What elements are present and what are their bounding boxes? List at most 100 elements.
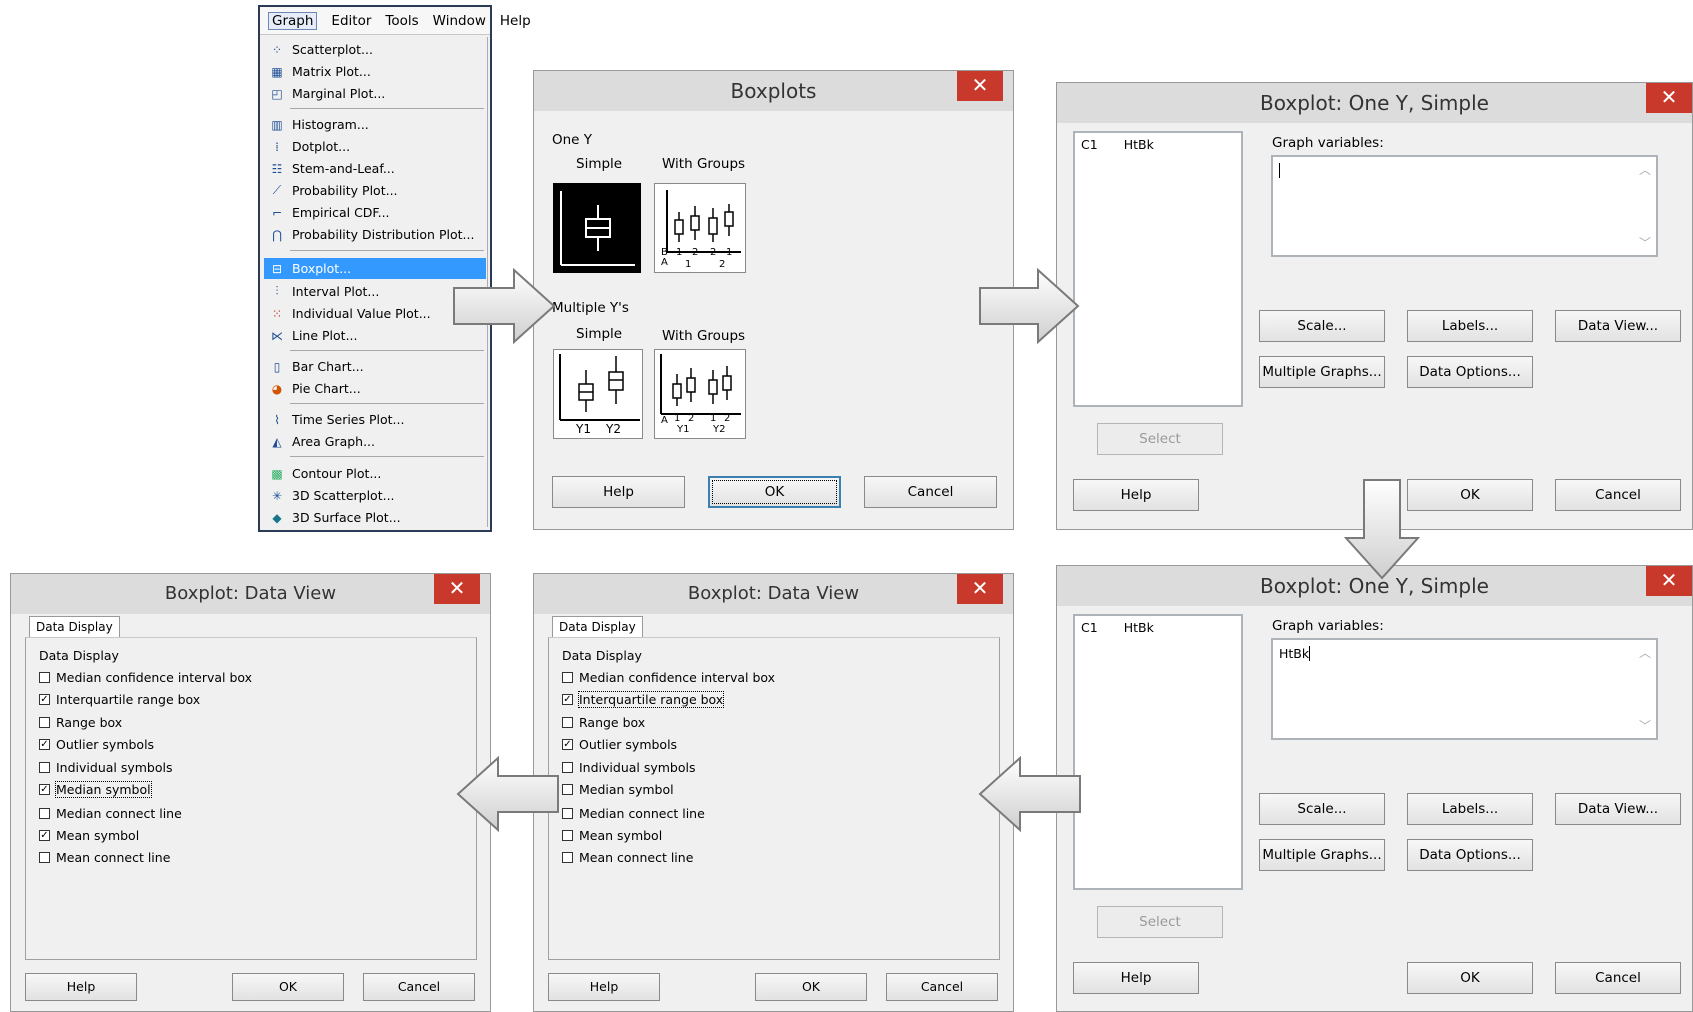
graph-variables-field[interactable]: ︿ ﹀	[1271, 155, 1658, 257]
ok-button[interactable]: OK	[232, 973, 344, 1001]
scale-button[interactable]: Scale...	[1259, 793, 1385, 825]
cancel-button[interactable]: Cancel	[886, 973, 998, 1001]
checkbox[interactable]: ✓	[562, 738, 573, 750]
checkbox-median-connect-line[interactable]: Median connect line	[39, 804, 182, 822]
menu-item-3d-surface-plot[interactable]: ◆ 3D Surface Plot...	[264, 507, 486, 528]
checkbox[interactable]	[39, 807, 50, 819]
checkbox-range-box[interactable]: Range box	[562, 713, 645, 731]
select-button[interactable]: Select	[1097, 906, 1223, 938]
checkbox[interactable]	[562, 761, 573, 773]
help-button[interactable]: Help	[552, 476, 685, 508]
gallery-one-y-with-groups[interactable]: B A 1 2 1 2 1 2	[654, 183, 746, 273]
menu-item-3d-scatterplot[interactable]: ✳ 3D Scatterplot...	[264, 485, 486, 506]
scale-button[interactable]: Scale...	[1259, 310, 1385, 342]
gallery-one-y-simple[interactable]	[553, 183, 641, 273]
menu-item-empirical-cdf[interactable]: ⌐ Empirical CDF...	[264, 202, 486, 223]
menu-item-pie-chart[interactable]: ◕ Pie Chart...	[264, 378, 486, 399]
checkbox[interactable]: ✓	[39, 693, 50, 705]
select-button[interactable]: Select	[1097, 423, 1223, 455]
menu-item-scatterplot[interactable]: ⁘ Scatterplot...	[264, 39, 486, 60]
checkbox[interactable]: ✓	[39, 829, 50, 841]
close-button[interactable]: ✕	[434, 574, 480, 604]
help-button[interactable]: Help	[25, 973, 137, 1001]
labels-button[interactable]: Labels...	[1407, 793, 1533, 825]
menu-item-histogram[interactable]: ▥ Histogram...	[264, 114, 486, 135]
list-item[interactable]: C1 HtBk	[1081, 620, 1154, 635]
data-view-button[interactable]: Data View...	[1555, 793, 1681, 825]
ok-button[interactable]: OK	[708, 476, 841, 508]
checkbox-mean-symbol[interactable]: ✓ Mean symbol	[39, 826, 139, 844]
menu-item-matrix-plot[interactable]: ▦ Matrix Plot...	[264, 61, 486, 82]
checkbox-outlier-symbols[interactable]: ✓ Outlier symbols	[562, 735, 677, 753]
menubar-window[interactable]: Window	[433, 13, 486, 29]
menu-item-probability-distribution-plot[interactable]: ⋂ Probability Distribution Plot...	[264, 224, 486, 245]
checkbox-individual-symbols[interactable]: Individual symbols	[562, 758, 696, 776]
checkbox[interactable]	[39, 671, 50, 683]
cancel-button[interactable]: Cancel	[1555, 962, 1681, 994]
menu-item-probability-plot[interactable]: ⟋ Probability Plot...	[264, 180, 486, 201]
variables-list[interactable]: C1 HtBk	[1073, 131, 1243, 407]
gallery-multiple-y-with-groups[interactable]: A 1 2 1 2 Y1 Y2	[654, 349, 746, 439]
checkbox-outlier-symbols[interactable]: ✓ Outlier symbols	[39, 735, 154, 753]
checkbox-interquartile-range-box[interactable]: ✓ Interquartile range box	[39, 690, 200, 708]
checkbox[interactable]: ✓	[562, 693, 573, 705]
scrollbar[interactable]: ︿ ﹀	[1638, 644, 1652, 734]
multiple-graphs-button[interactable]: Multiple Graphs...	[1259, 839, 1385, 871]
help-button[interactable]: Help	[1073, 479, 1199, 511]
multiple-graphs-button[interactable]: Multiple Graphs...	[1259, 356, 1385, 388]
list-item[interactable]: C1 HtBk	[1081, 137, 1154, 152]
data-options-button[interactable]: Data Options...	[1407, 356, 1533, 388]
ok-button[interactable]: OK	[1407, 962, 1533, 994]
checkbox-range-box[interactable]: Range box	[39, 713, 122, 731]
close-button[interactable]: ✕	[957, 574, 1003, 604]
gallery-multiple-y-simple[interactable]: Y1 Y2	[553, 349, 643, 439]
checkbox[interactable]	[562, 783, 573, 795]
menu-item-contour-plot[interactable]: ▩ Contour Plot...	[264, 463, 486, 484]
checkbox-median-connect-line[interactable]: Median connect line	[562, 804, 705, 822]
cancel-button[interactable]: Cancel	[1555, 479, 1681, 511]
help-button[interactable]: Help	[548, 973, 660, 1001]
checkbox-mean-symbol[interactable]: Mean symbol	[562, 826, 662, 844]
cancel-button[interactable]: Cancel	[864, 476, 997, 508]
checkbox-median-ci-box[interactable]: Median confidence interval box	[562, 668, 775, 686]
menu-item-stem-and-leaf[interactable]: ☷ Stem-and-Leaf...	[264, 158, 486, 179]
checkbox-interquartile-range-box[interactable]: ✓ Interquartile range box	[562, 690, 725, 708]
ok-button[interactable]: OK	[1407, 479, 1533, 511]
variables-list[interactable]: C1 HtBk	[1073, 614, 1243, 890]
chevron-up-icon[interactable]: ︿	[1638, 644, 1652, 661]
labels-button[interactable]: Labels...	[1407, 310, 1533, 342]
tab-data-display[interactable]: Data Display	[29, 616, 120, 638]
close-button[interactable]: ✕	[1646, 83, 1692, 113]
chevron-down-icon[interactable]: ﹀	[1638, 234, 1652, 251]
checkbox[interactable]	[39, 716, 50, 728]
menubar-tools[interactable]: Tools	[385, 13, 418, 29]
menu-item-marginal-plot[interactable]: ◰ Marginal Plot...	[264, 83, 486, 104]
menubar-graph[interactable]: Graph	[268, 11, 318, 30]
checkbox[interactable]: ✓	[39, 738, 50, 750]
menu-item-area-graph[interactable]: ◭ Area Graph...	[264, 431, 486, 452]
graph-variables-field[interactable]: HtBk ︿ ﹀	[1271, 638, 1658, 740]
menubar-help[interactable]: Help	[500, 13, 531, 29]
menu-item-dotplot[interactable]: ⁞ Dotplot...	[264, 136, 486, 157]
checkbox[interactable]	[562, 671, 573, 683]
checkbox[interactable]	[562, 851, 573, 863]
data-options-button[interactable]: Data Options...	[1407, 839, 1533, 871]
checkbox-mean-connect-line[interactable]: Mean connect line	[562, 848, 693, 866]
menu-item-time-series-plot[interactable]: ⌇ Time Series Plot...	[264, 409, 486, 430]
data-view-button[interactable]: Data View...	[1555, 310, 1681, 342]
menubar-editor[interactable]: Editor	[331, 13, 371, 29]
ok-button[interactable]: OK	[755, 973, 867, 1001]
checkbox-median-symbol[interactable]: ✓ Median symbol	[39, 780, 152, 798]
close-button[interactable]: ✕	[1646, 566, 1692, 596]
checkbox-mean-connect-line[interactable]: Mean connect line	[39, 848, 170, 866]
scrollbar[interactable]: ︿ ﹀	[1638, 161, 1652, 251]
checkbox-individual-symbols[interactable]: Individual symbols	[39, 758, 173, 776]
checkbox[interactable]	[562, 716, 573, 728]
chevron-up-icon[interactable]: ︿	[1638, 161, 1652, 178]
checkbox-median-symbol[interactable]: Median symbol	[562, 780, 674, 798]
chevron-down-icon[interactable]: ﹀	[1638, 717, 1652, 734]
cancel-button[interactable]: Cancel	[363, 973, 475, 1001]
checkbox[interactable]	[39, 761, 50, 773]
menu-item-bar-chart[interactable]: ▯ Bar Chart...	[264, 356, 486, 377]
tab-data-display[interactable]: Data Display	[552, 616, 643, 638]
